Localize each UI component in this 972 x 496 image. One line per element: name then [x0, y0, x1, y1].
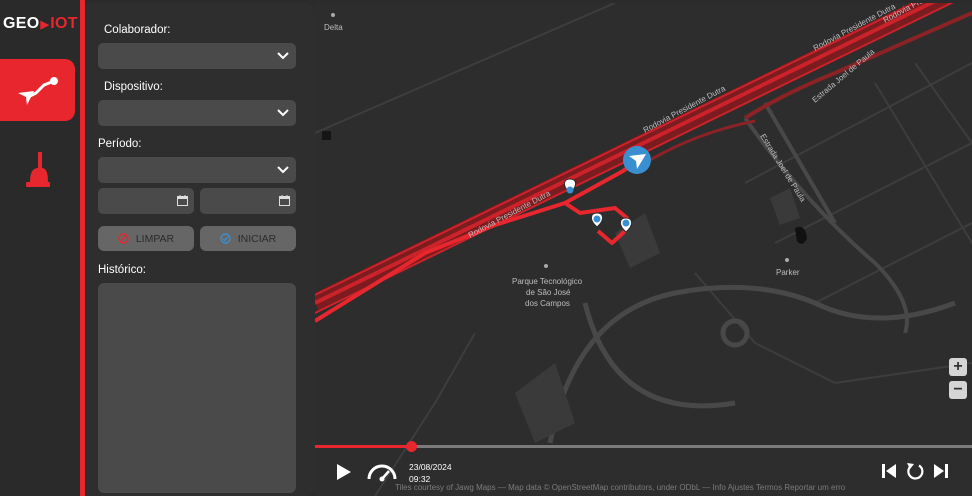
map-view[interactable]: Delta Rodovia Presidente Dutra Rodovia P… [315, 3, 972, 496]
sidebar-item-alerts[interactable] [24, 150, 52, 190]
date-start-input[interactable] [98, 188, 194, 214]
logo-play-icon: ▶ [40, 19, 50, 31]
calendar-icon [279, 195, 290, 206]
map-label-delta: Delta [324, 23, 343, 32]
playback-date: 23/08/2024 [409, 462, 452, 472]
route-marker[interactable] [590, 212, 604, 228]
app-logo: GEO▶IOT [3, 15, 78, 33]
limpar-label: LIMPAR [135, 232, 175, 245]
play-button[interactable] [334, 462, 354, 482]
iniciar-label: INICIAR [237, 232, 277, 245]
limpar-button[interactable]: LIMPAR [98, 226, 194, 251]
playback-progress-handle[interactable] [405, 441, 417, 452]
map-label-parque: dos Campos [525, 299, 570, 308]
cancel-circle-icon [118, 233, 129, 244]
speed-button[interactable] [366, 462, 398, 482]
chevron-down-icon [277, 109, 289, 117]
playback-progress-bar[interactable] [315, 441, 972, 452]
check-circle-icon [220, 233, 231, 244]
play-icon [337, 464, 351, 480]
periodo-select[interactable] [98, 157, 296, 183]
route-icon [17, 77, 58, 105]
map-label-parque: de São José [526, 288, 571, 297]
dispositivo-label: Dispositivo: [104, 81, 163, 93]
playback-progress-fill [315, 445, 411, 448]
colaborador-select[interactable] [98, 43, 296, 69]
sidebar-item-route[interactable] [0, 59, 75, 121]
chevron-down-icon [277, 52, 289, 60]
siren-alert-icon [26, 152, 50, 187]
map-attribution: Tiles courtesy of Jawg Maps — Map data ©… [395, 483, 846, 492]
skip-end-button[interactable] [932, 462, 950, 480]
skip-forward-icon [934, 464, 948, 478]
colaborador-label: Colaborador: [104, 24, 171, 36]
speedometer-icon [367, 464, 397, 482]
map-label-parker: Parker [776, 268, 800, 277]
historico-list[interactable] [98, 283, 296, 493]
periodo-label: Período: [98, 138, 142, 150]
icon-rail: GEO▶IOT [0, 0, 82, 496]
app-root: GEO▶IOT Colaborador: Dispositivo: Períod… [0, 0, 972, 496]
logo-text-iot: IOT [50, 15, 78, 32]
dispositivo-select[interactable] [98, 100, 296, 126]
calendar-icon [177, 195, 188, 206]
historico-label: Histórico: [98, 264, 146, 276]
logo-text-geo: GEO [3, 15, 40, 32]
filter-panel: Colaborador: Dispositivo: Período: LIMPA… [85, 3, 315, 496]
skip-start-button[interactable] [880, 462, 898, 480]
iniciar-button[interactable]: INICIAR [200, 226, 296, 251]
replay-button[interactable] [905, 461, 925, 481]
replay-icon [907, 463, 924, 480]
skip-back-icon [882, 464, 896, 478]
zoom-in-button[interactable]: + [949, 358, 967, 376]
current-position-marker[interactable] [623, 146, 651, 174]
map-label-parque: Parque Tecnológico [512, 277, 583, 286]
map-canvas: Delta Rodovia Presidente Dutra Rodovia P… [315, 3, 972, 496]
zoom-out-button[interactable]: − [949, 381, 967, 399]
date-end-input[interactable] [200, 188, 296, 214]
chevron-down-icon [277, 166, 289, 174]
